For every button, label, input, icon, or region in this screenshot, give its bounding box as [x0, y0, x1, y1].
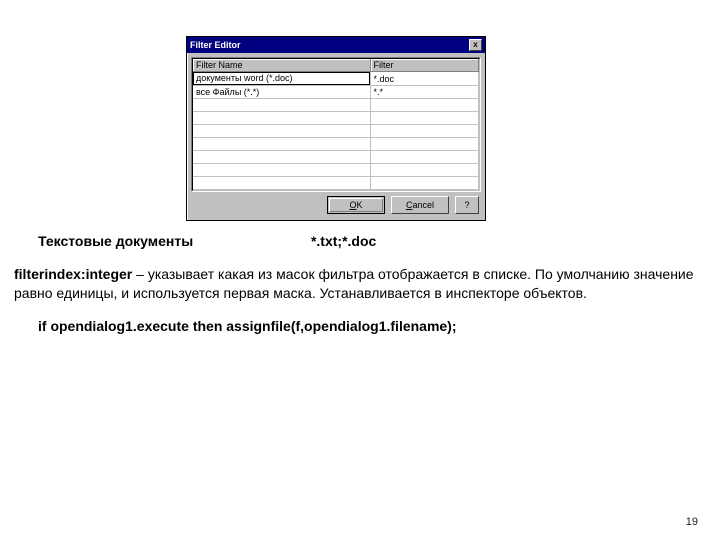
filter-pattern-cell[interactable]: *.* [370, 86, 479, 99]
dialog-title: Filter Editor [190, 37, 241, 53]
table-row[interactable] [193, 125, 479, 138]
table-row[interactable] [193, 164, 479, 177]
close-icon[interactable]: x [469, 39, 482, 51]
table-row[interactable] [193, 151, 479, 164]
table-row[interactable] [193, 112, 479, 125]
example-label: Текстовые документы [38, 233, 193, 249]
table-row[interactable] [193, 177, 479, 190]
column-header-name[interactable]: Filter Name [193, 59, 370, 72]
code-line: if opendialog1.execute then assignfile(f… [14, 317, 706, 336]
cancel-button[interactable]: Cancel [391, 196, 449, 214]
filter-name-cell[interactable]: все Файлы (*.*) [193, 86, 370, 99]
column-header-filter[interactable]: Filter [370, 59, 479, 72]
filter-pattern-cell[interactable]: *.doc [370, 72, 479, 86]
ok-button[interactable]: OK [327, 196, 385, 214]
table-row[interactable]: все Файлы (*.*) *.* [193, 86, 479, 99]
filter-name-cell-editing[interactable]: документы word (*.doc) [193, 72, 370, 85]
page-number: 19 [686, 516, 698, 528]
help-button[interactable]: ? [455, 196, 479, 214]
example-value: *.txt;*.doc [311, 233, 376, 249]
document-body: Текстовые документы *.txt;*.doc filterin… [14, 232, 706, 350]
property-name: filterindex:integer [14, 266, 132, 282]
filter-editor-dialog: Filter Editor x Filter Name Filter [186, 36, 486, 221]
table-row[interactable]: документы word (*.doc) *.doc [193, 72, 479, 86]
table-row[interactable] [193, 99, 479, 112]
filter-grid[interactable]: Filter Name Filter документы word (*.doc… [191, 57, 481, 192]
titlebar[interactable]: Filter Editor x [187, 37, 485, 53]
table-row[interactable] [193, 138, 479, 151]
